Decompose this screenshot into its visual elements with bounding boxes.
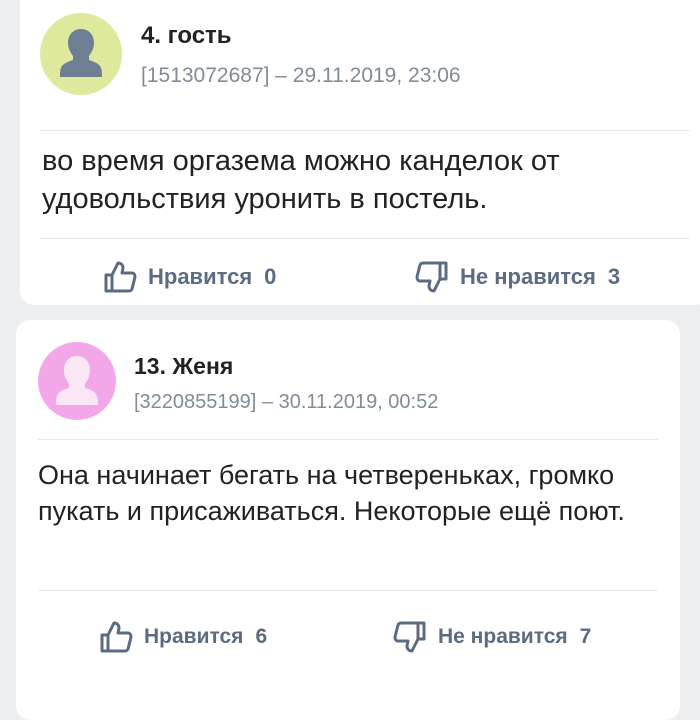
thumbs-down-icon xyxy=(415,261,448,293)
like-count: 6 xyxy=(255,625,268,648)
divider xyxy=(40,130,690,131)
dislike-count: 7 xyxy=(579,625,592,648)
like-label: Нравится xyxy=(144,625,244,648)
divider xyxy=(38,439,658,440)
like-count: 0 xyxy=(264,264,277,289)
avatar[interactable] xyxy=(38,342,116,420)
comment-card: 4. гость [1513072687] – 29.11.2019, 23:0… xyxy=(20,0,700,305)
comment-meta: [1513072687] – 29.11.2019, 23:06 xyxy=(141,64,461,87)
thumbs-up-icon xyxy=(104,261,137,293)
comment-card: 13. Женя [3220855199] – 30.11.2019, 00:5… xyxy=(16,320,680,720)
divider xyxy=(40,238,690,239)
comment-text: во время оргазема можно канделок от удов… xyxy=(42,145,560,215)
user-silhouette-icon xyxy=(38,342,116,420)
like-label: Нравится xyxy=(148,264,253,289)
avatar[interactable] xyxy=(40,13,122,95)
divider xyxy=(38,590,658,591)
like-button[interactable]: Нравится 0 xyxy=(102,259,276,295)
comment-author: 13. Женя xyxy=(134,353,234,379)
dislike-count: 3 xyxy=(607,264,621,289)
dislike-button[interactable]: Не нравится 3 xyxy=(414,259,620,295)
comment-text: Она начинает бегать на четвереньках, гро… xyxy=(38,460,625,526)
dislike-label: Не нравится xyxy=(460,264,596,289)
dislike-label: Не нравится xyxy=(438,625,568,648)
comment-meta: [3220855199] – 30.11.2019, 00:52 xyxy=(134,391,439,413)
thumbs-down-icon xyxy=(393,621,426,653)
like-button[interactable]: Нравится 6 xyxy=(98,619,267,655)
comment-author: 4. гость xyxy=(141,22,232,49)
dislike-button[interactable]: Не нравится 7 xyxy=(392,619,591,655)
thumbs-up-icon xyxy=(100,621,133,653)
user-silhouette-icon xyxy=(40,13,122,95)
